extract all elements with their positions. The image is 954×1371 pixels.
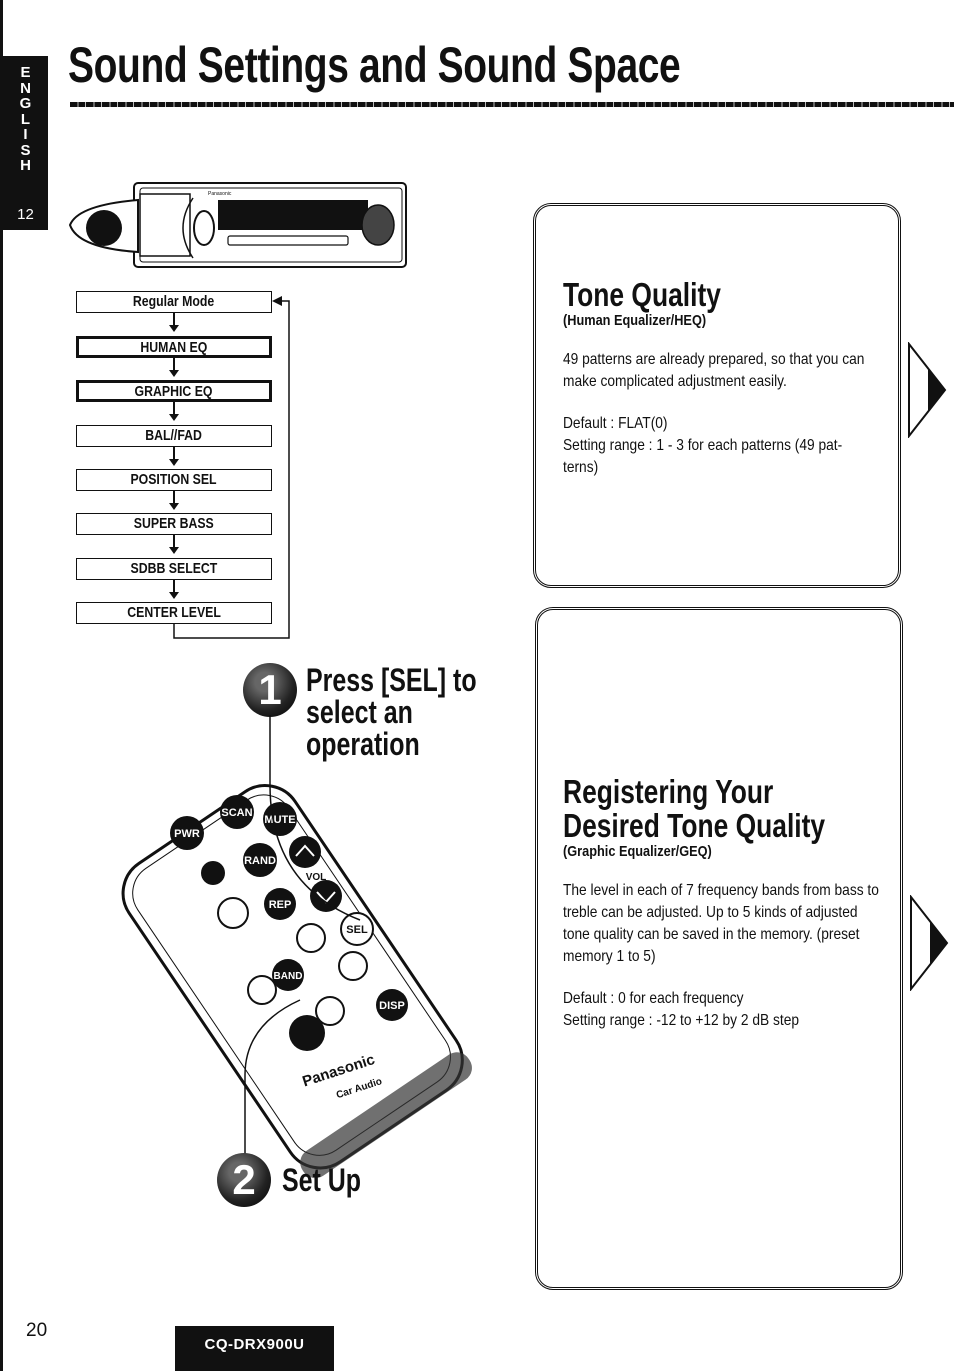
step-2-text: Set Up <box>282 1162 362 1198</box>
tone-quality-settings: Default : FLAT(0) Setting range : 1 - 3 … <box>563 415 843 476</box>
svg-text:Panasonic: Panasonic <box>208 191 232 197</box>
svg-text:SCAN: SCAN <box>221 807 252 819</box>
title-rule <box>70 102 954 107</box>
tone-quality-description: 49 patterns are already prepared, so tha… <box>563 351 865 390</box>
flow-loop-back-line <box>173 296 290 639</box>
remote-control-illustration: PWR SCAN MUTE RAND VOL REP SEL BAND DISP… <box>121 715 472 1179</box>
display-window <box>218 200 368 230</box>
registering-tone-settings: Default : 0 for each frequency Setting r… <box>563 990 800 1029</box>
page-title: Sound Settings and Sound Space <box>68 37 681 93</box>
svg-text:BAND: BAND <box>274 971 303 982</box>
svg-text:MUTE: MUTE <box>264 814 295 826</box>
tone-quality-title: Tone Quality <box>563 276 721 313</box>
step-2-badge: 2 <box>217 1153 271 1207</box>
svg-text:DISP: DISP <box>379 1000 405 1012</box>
step-1-badge: 1 <box>243 663 297 717</box>
registering-tone-subtitle: (Graphic Equalizer/GEQ) <box>563 843 712 860</box>
registering-tone-content: Registering Your Desired Tone Quality (G… <box>563 775 933 1032</box>
registering-tone-default-value: 0 for each frequency <box>618 990 744 1007</box>
svg-text:SEL: SEL <box>346 924 368 936</box>
svg-text:REP: REP <box>269 899 292 911</box>
volume-knob-icon <box>86 210 122 246</box>
language-tab: E N G L I S H 12 <box>3 56 48 230</box>
page-number: 20 <box>26 1320 48 1341</box>
registering-tone-box: Registering Your Desired Tone Quality (G… <box>535 607 903 1290</box>
tone-quality-default-value: FLAT(0) <box>618 415 668 432</box>
registering-tone-title: Registering Your Desired Tone Quality <box>563 773 826 844</box>
registering-tone-description: The level in each of 7 frequency bands f… <box>563 882 879 965</box>
model-badge: CQ-DRX900U <box>175 1326 334 1371</box>
continue-arrow-icon <box>910 895 949 991</box>
head-unit-illustration: Panasonic <box>68 182 407 268</box>
section-number: 12 <box>17 206 34 223</box>
tone-quality-content: Tone Quality (Human Equalizer/HEQ) 49 pa… <box>563 278 933 479</box>
pwr-button-label: PWR <box>174 828 200 840</box>
tone-quality-subtitle: (Human Equalizer/HEQ) <box>563 312 707 329</box>
tone-quality-box: Tone Quality (Human Equalizer/HEQ) 49 pa… <box>533 203 901 588</box>
registering-tone-range-value: -12 to +12 by 2 dB step <box>656 1012 800 1029</box>
language-letters: E N G L I S H <box>19 64 32 174</box>
continue-arrow-icon <box>908 342 947 438</box>
svg-text:RAND: RAND <box>244 855 276 867</box>
